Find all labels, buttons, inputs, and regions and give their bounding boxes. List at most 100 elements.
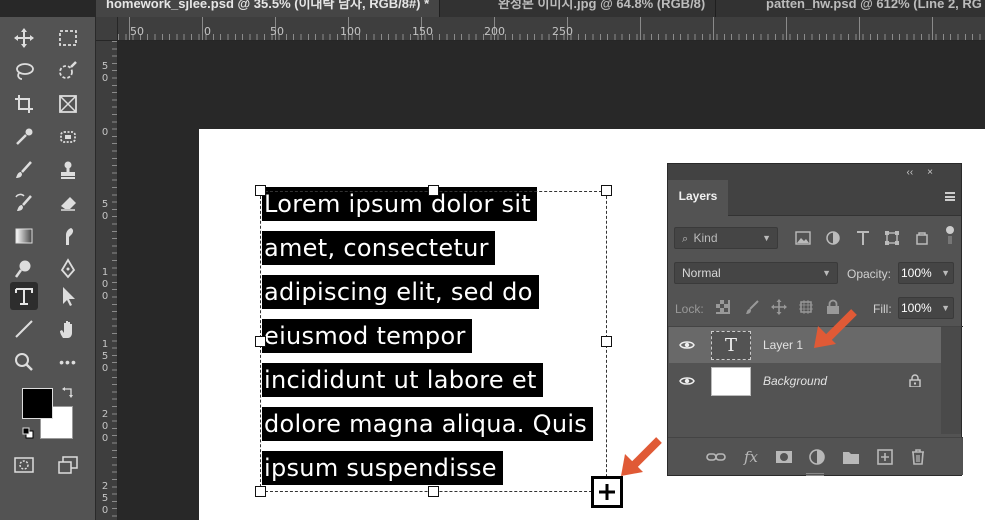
document-tab-bar: homework_sjlee.psd @ 35.5% (이대략 남자, RGB/… bbox=[96, 0, 985, 17]
document-tab-completed-image[interactable]: 완성본 이미지.jpg @ 64.8% (RGB/8) bbox=[488, 0, 717, 17]
history-brush-icon bbox=[15, 193, 32, 211]
panel-header: ‹‹ × bbox=[668, 164, 961, 180]
collapse-panel-icon[interactable]: ‹‹ bbox=[906, 167, 913, 178]
frame-tool[interactable] bbox=[54, 90, 82, 118]
screen-mode-button[interactable] bbox=[54, 451, 82, 479]
annotation-arrow-icon bbox=[621, 437, 662, 476]
lock-label: Lock: bbox=[675, 302, 704, 316]
quick-select-tool[interactable] bbox=[54, 57, 82, 85]
eyedropper-icon bbox=[16, 128, 33, 145]
annotation-arrow-icon bbox=[814, 309, 857, 348]
zoom-tool[interactable] bbox=[10, 348, 38, 376]
smudge-tool[interactable] bbox=[54, 222, 82, 250]
folder-icon[interactable] bbox=[841, 447, 861, 467]
blend-mode-select[interactable]: Normal ▼ bbox=[674, 262, 838, 284]
filter-kind-select[interactable]: ⌕ Kind ▼ bbox=[674, 227, 778, 249]
default-colors-icon[interactable] bbox=[22, 427, 34, 439]
panel-resize-grip[interactable] bbox=[806, 473, 824, 476]
lasso-icon bbox=[16, 63, 34, 80]
mask-icon[interactable] bbox=[774, 447, 794, 467]
horizontal-ruler[interactable]: 50 0 50 100 150 200 250 bbox=[118, 17, 985, 41]
text-bounding-box[interactable] bbox=[260, 191, 607, 492]
chevron-down-icon: ▼ bbox=[762, 233, 771, 243]
hand-tool[interactable] bbox=[54, 315, 82, 343]
pen-tool[interactable] bbox=[54, 255, 82, 283]
adjustment-icon[interactable] bbox=[807, 447, 827, 467]
ruler-label: 200 bbox=[101, 409, 109, 444]
lock-transparent-icon[interactable] bbox=[716, 300, 730, 314]
fx-icon[interactable]: fx bbox=[741, 447, 761, 467]
transform-handle-left[interactable] bbox=[255, 336, 266, 347]
gradient-icon bbox=[15, 228, 33, 244]
layer-name[interactable]: Layer 1 bbox=[763, 338, 803, 352]
zoom-icon bbox=[15, 353, 33, 371]
ruler-label: 50 bbox=[270, 25, 284, 38]
panel-menu-icon[interactable] bbox=[945, 192, 955, 201]
frame-icon bbox=[59, 95, 77, 113]
transform-handle-top-right[interactable] bbox=[601, 185, 612, 196]
eyedropper-tool[interactable] bbox=[10, 123, 38, 151]
layer-name[interactable]: Background bbox=[763, 374, 827, 388]
lock-pixels-icon[interactable] bbox=[744, 299, 760, 315]
pen-icon bbox=[60, 258, 76, 279]
ruler-corner bbox=[96, 17, 118, 41]
visibility-eye-icon[interactable] bbox=[679, 339, 695, 351]
transform-handle-right[interactable] bbox=[601, 336, 612, 347]
lock-position-icon[interactable] bbox=[771, 299, 787, 315]
crop-icon bbox=[15, 95, 33, 113]
history-brush-tool[interactable] bbox=[10, 189, 38, 217]
lock-icon bbox=[909, 374, 921, 387]
opacity-input[interactable]: 100% ▼ bbox=[898, 262, 954, 284]
transform-handle-bottom-left[interactable] bbox=[255, 486, 266, 497]
eraser-tool[interactable] bbox=[54, 189, 82, 217]
filter-smart-object-icon[interactable] bbox=[914, 230, 930, 246]
move-tool[interactable] bbox=[10, 24, 38, 52]
dodge-tool[interactable] bbox=[10, 255, 38, 283]
document-tab-homework[interactable]: homework_sjlee.psd @ 35.5% (이대략 남자, RGB/… bbox=[96, 0, 441, 17]
vertical-ruler[interactable]: 50 0 50 100 150 200 250 bbox=[96, 41, 118, 520]
more-tools-button[interactable]: ••• bbox=[54, 348, 82, 376]
gradient-tool[interactable] bbox=[10, 222, 38, 250]
type-tool[interactable] bbox=[10, 282, 38, 310]
line-tool[interactable] bbox=[10, 315, 38, 343]
path-select-tool[interactable] bbox=[54, 282, 82, 310]
healing-icon bbox=[60, 131, 76, 143]
layers-scrollbar[interactable] bbox=[941, 327, 961, 434]
foreground-color-swatch[interactable] bbox=[22, 388, 53, 419]
transform-handle-bottom[interactable] bbox=[428, 486, 439, 497]
swap-colors-icon[interactable] bbox=[62, 386, 74, 398]
filter-shape-icon[interactable] bbox=[884, 230, 900, 246]
trash-icon[interactable] bbox=[908, 447, 928, 467]
chevron-down-icon: ▼ bbox=[822, 268, 831, 278]
layer-row-background[interactable]: Background bbox=[669, 363, 941, 399]
visibility-eye-icon[interactable] bbox=[679, 375, 695, 387]
healing-tool[interactable] bbox=[54, 123, 82, 151]
move-icon bbox=[14, 28, 34, 48]
tab-layers[interactable]: Layers bbox=[668, 180, 728, 216]
fill-input[interactable]: 100% ▼ bbox=[898, 297, 954, 319]
filter-adjustment-icon[interactable] bbox=[825, 230, 841, 246]
blend-mode-value: Normal bbox=[682, 266, 721, 280]
brush-icon bbox=[16, 161, 32, 178]
quick-mask-button[interactable] bbox=[10, 451, 38, 479]
brush-tool[interactable] bbox=[10, 156, 38, 184]
stamp-tool[interactable] bbox=[54, 156, 82, 184]
new-layer-icon[interactable] bbox=[875, 447, 895, 467]
filter-type-icon[interactable] bbox=[855, 230, 871, 246]
lasso-tool[interactable] bbox=[10, 57, 38, 85]
transform-handle-top[interactable] bbox=[428, 185, 439, 196]
transform-handle-top-left[interactable] bbox=[255, 185, 266, 196]
type-icon bbox=[15, 288, 33, 305]
layer-row-layer-1[interactable]: T Layer 1 bbox=[669, 327, 941, 363]
marquee-tool[interactable] bbox=[54, 24, 82, 52]
link-icon[interactable] bbox=[706, 447, 726, 467]
layers-footer: fx bbox=[668, 437, 963, 475]
document-tab-pattern[interactable]: patten_hw.psd @ 612% (Line 2, RG bbox=[756, 0, 985, 17]
ruler-label: 250 bbox=[101, 481, 109, 516]
type-layer-thumbnail: T bbox=[711, 331, 751, 360]
close-panel-icon[interactable]: × bbox=[927, 167, 933, 178]
crop-tool[interactable] bbox=[10, 90, 38, 118]
fill-label: Fill: bbox=[873, 302, 892, 316]
filter-pixel-icon[interactable] bbox=[795, 231, 811, 245]
filter-toggle-icon[interactable] bbox=[946, 226, 954, 244]
